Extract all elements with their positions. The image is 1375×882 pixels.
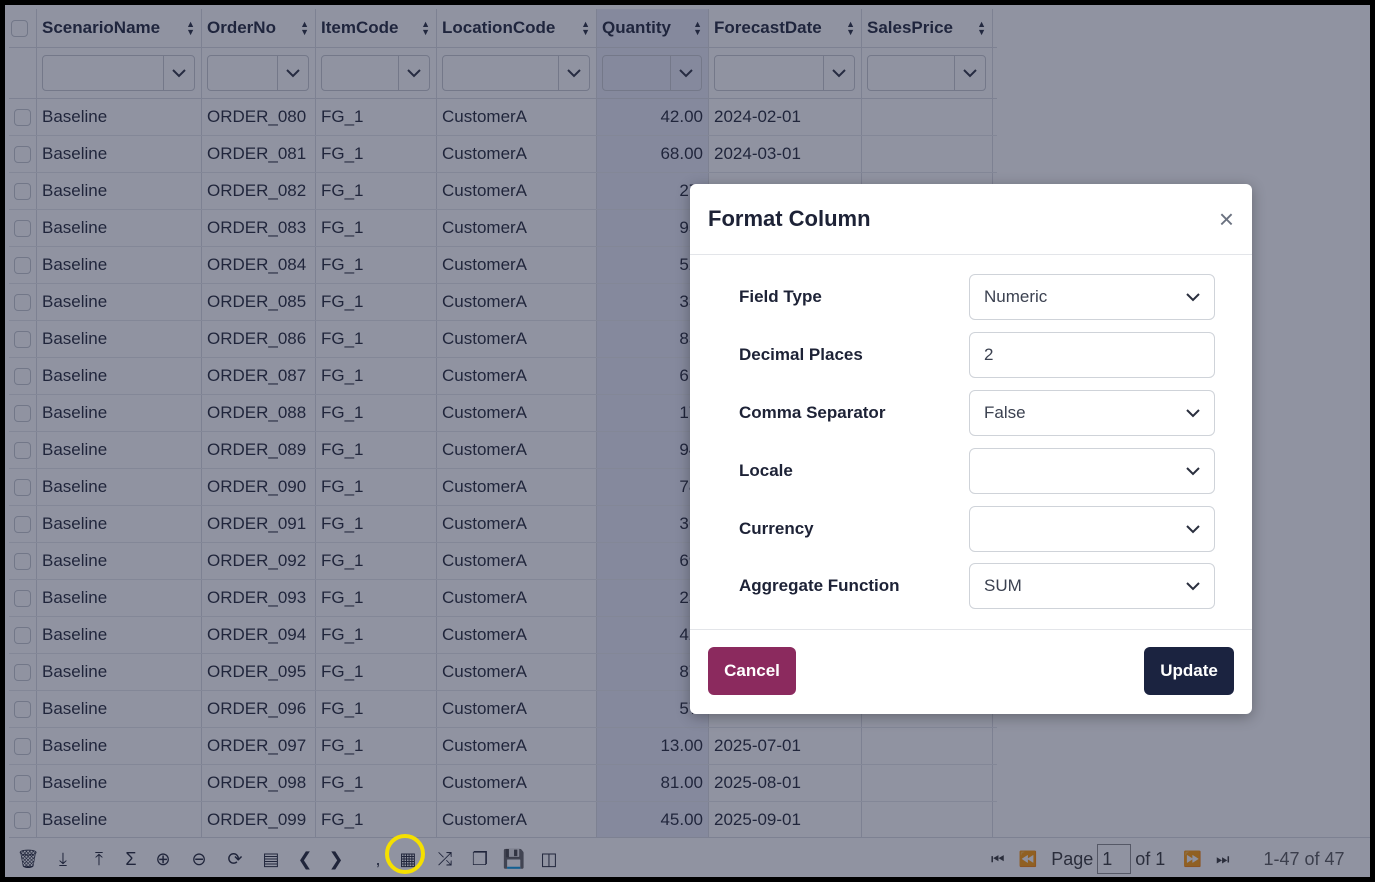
format-column-dialog: Format Column × Field Type Numeric Decimal…: [690, 184, 1252, 714]
field-type-value: Numeric: [984, 287, 1048, 306]
locale-label: Locale: [739, 461, 793, 480]
dialog-title: Format Column: [708, 206, 871, 231]
form-row-currency: Currency: [739, 505, 1215, 553]
aggregate-function-label: Aggregate Function: [739, 576, 900, 595]
chevron-down-icon: [1186, 519, 1200, 539]
dialog-body: Field Type Numeric Decimal Places 2 Comma Se…: [690, 255, 1252, 630]
locale-select[interactable]: [969, 448, 1215, 494]
form-row-comma-separator: Comma Separator False: [739, 389, 1215, 437]
currency-select[interactable]: [969, 506, 1215, 552]
chevron-down-icon: [1186, 576, 1200, 596]
form-row-decimal-places: Decimal Places 2: [739, 331, 1215, 379]
form-row-field-type: Field Type Numeric: [739, 273, 1215, 321]
update-button[interactable]: Update: [1144, 647, 1234, 695]
field-type-label: Field Type: [739, 287, 822, 306]
comma-separator-select[interactable]: False: [969, 390, 1215, 436]
decimal-places-value: 2: [984, 345, 994, 364]
chevron-down-icon: [1186, 461, 1200, 481]
cancel-button[interactable]: Cancel: [708, 647, 796, 695]
currency-label: Currency: [739, 519, 814, 538]
decimal-places-label: Decimal Places: [739, 345, 863, 364]
decimal-places-input[interactable]: 2: [969, 332, 1215, 378]
comma-separator-value: False: [984, 403, 1026, 422]
app-frame: ScenarioName▲▼OrderNo▲▼ItemCode▲▼Locatio…: [0, 0, 1375, 882]
comma-separator-label: Comma Separator: [739, 403, 886, 422]
highlight-ring: [385, 834, 425, 874]
aggregate-function-select[interactable]: SUM: [969, 563, 1215, 609]
chevron-down-icon: [1186, 403, 1200, 423]
field-type-select[interactable]: Numeric: [969, 274, 1215, 320]
form-row-locale: Locale: [739, 447, 1215, 495]
form-row-aggregate-function: Aggregate Function SUM: [739, 562, 1215, 610]
chevron-down-icon: [1186, 287, 1200, 307]
dialog-header: Format Column ×: [690, 184, 1252, 255]
close-icon[interactable]: ×: [1219, 206, 1234, 232]
aggregate-function-value: SUM: [984, 576, 1022, 595]
